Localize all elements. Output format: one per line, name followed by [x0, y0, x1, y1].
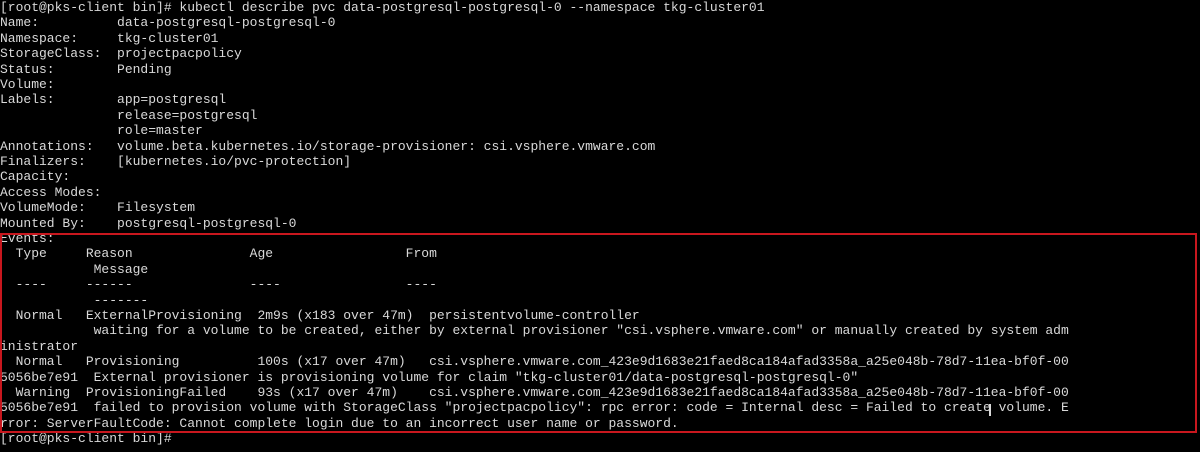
command-line: [root@pks-client bin]# kubectl describe … — [0, 0, 765, 15]
events-separator-line: ------- — [0, 292, 149, 308]
shell-prompt-line[interactable]: [root@pks-client bin]# — [0, 431, 172, 446]
event-row: Normal Provisioning 100s (x17 over 47m) … — [0, 354, 1069, 370]
events-columns-line: Type Reason Age From — [0, 246, 437, 262]
pvc-volume-line: Volume: — [0, 77, 55, 92]
event-message: rror: ServerFaultCode: Cannot complete l… — [0, 415, 679, 431]
pvc-access-modes-line: Access Modes: — [0, 184, 102, 200]
pvc-labels-line: role=master — [0, 123, 203, 139]
pvc-annotations-line: Annotations: volume.beta.kubernetes.io/s… — [0, 138, 656, 154]
event-message: waiting for a volume to be created, eith… — [0, 323, 1069, 339]
pvc-status-line: Status: Pending — [0, 61, 172, 77]
pvc-volumemode-line: VolumeMode: Filesystem — [0, 200, 196, 216]
pvc-mounted-by-line: Mounted By: postgresql-postgresql-0 — [0, 215, 297, 231]
event-message: 5056be7e91 failed to provision volume wi… — [0, 400, 1069, 416]
event-row: Normal ExternalProvisioning 2m9s (x183 o… — [0, 308, 640, 323]
text-cursor-icon — [989, 404, 991, 416]
events-separator-line: ---- ------ ---- ---- — [0, 277, 437, 293]
pvc-labels-line: Labels: app=postgresql — [0, 92, 227, 108]
events-header-line: Events: — [0, 231, 55, 246]
pvc-labels-line: release=postgresql — [0, 107, 258, 123]
pvc-capacity-line: Capacity: — [0, 169, 71, 185]
terminal-window[interactable]: [root@pks-client bin]# kubectl describe … — [0, 0, 1200, 452]
pvc-finalizers-line: Finalizers: [kubernetes.io/pvc-protectio… — [0, 154, 352, 169]
events-columns-line: Message — [0, 261, 149, 277]
pvc-namespace-line: Namespace: tkg-cluster01 — [0, 30, 219, 46]
event-message: 5056be7e91 External provisioner is provi… — [0, 369, 859, 385]
event-row: Warning ProvisioningFailed 93s (x17 over… — [0, 385, 1069, 400]
pvc-name-line: Name: data-postgresql-postgresql-0 — [0, 15, 336, 31]
pvc-storageclass-line: StorageClass: projectpacpolicy — [0, 46, 242, 62]
event-message: inistrator — [0, 338, 79, 354]
